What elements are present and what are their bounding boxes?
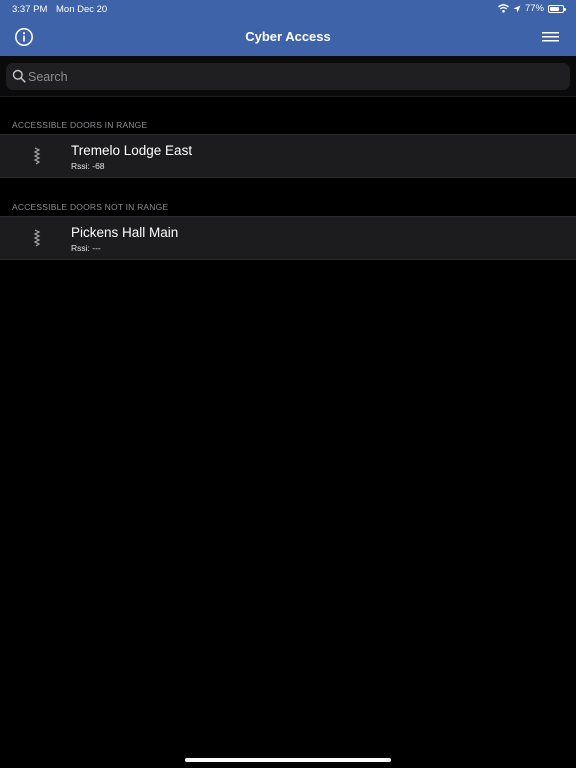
battery-icon xyxy=(548,4,566,13)
location-arrow-icon xyxy=(513,5,521,12)
menu-button[interactable] xyxy=(542,30,560,44)
page-title: Cyber Access xyxy=(245,29,331,44)
status-time: 3:37 PM xyxy=(12,4,48,15)
door-name: Pickens Hall Main xyxy=(71,225,179,240)
status-date: Mon Dec 20 xyxy=(56,4,108,15)
search-input[interactable] xyxy=(28,63,558,90)
battery-tip xyxy=(564,7,566,11)
section-header-in-range: ACCESSIBLE DOORS IN RANGE xyxy=(12,120,148,130)
battery-percent: 77% xyxy=(524,3,544,14)
hamburger-menu-icon xyxy=(542,32,559,42)
search-bar xyxy=(0,56,576,97)
door-rssi: Rssi: --- xyxy=(71,243,101,253)
door-rssi: Rssi: -68 xyxy=(71,161,105,171)
home-indicator[interactable] xyxy=(185,758,391,762)
wifi-icon xyxy=(498,4,509,13)
door-lock-icon xyxy=(33,229,41,247)
status-bar: 3:37 PM Mon Dec 20 77% xyxy=(0,0,576,18)
section-header-not-in-range: ACCESSIBLE DOORS NOT IN RANGE xyxy=(12,202,169,212)
search-icon xyxy=(12,69,26,83)
door-row-tremelo-lodge-east[interactable]: Tremelo Lodge East Rssi: -68 xyxy=(0,134,576,178)
door-row-pickens-hall-main[interactable]: Pickens Hall Main Rssi: --- xyxy=(0,216,576,260)
door-name: Tremelo Lodge East xyxy=(71,143,193,158)
status-indicators: 77% xyxy=(498,3,566,14)
door-lock-icon xyxy=(33,147,41,165)
search-box[interactable] xyxy=(6,63,570,90)
battery-level xyxy=(550,6,560,11)
navigation-header: 3:37 PM Mon Dec 20 77% Cyber Access xyxy=(0,0,576,56)
